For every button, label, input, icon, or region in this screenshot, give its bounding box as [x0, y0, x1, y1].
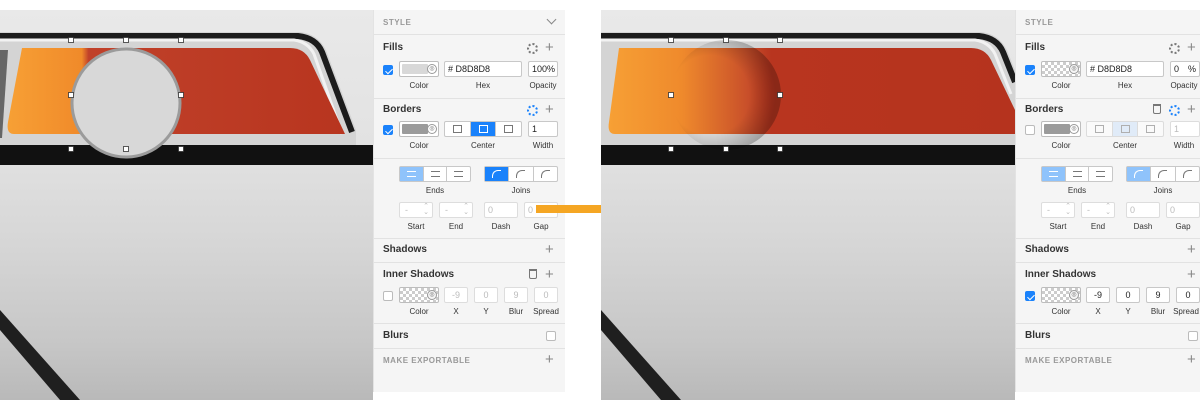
style-header: STYLE [383, 18, 412, 27]
before-state: STYLE Fills + ◎ # D8D8D8 100% Color Hex … [0, 0, 565, 400]
gear-icon[interactable] [527, 105, 538, 116]
inner-shadow-enabled-checkbox[interactable] [383, 291, 393, 301]
inner-shadow-spread-input[interactable]: 0 [534, 287, 558, 303]
add-export-plus-icon[interactable]: + [1187, 352, 1196, 367]
gear-icon[interactable] [1169, 105, 1180, 116]
inner-shadow-x-input[interactable]: -9 [444, 287, 468, 303]
dash-end-stepper[interactable]: - ⌃ ⌄ [1081, 202, 1115, 218]
border-center-option[interactable] [470, 122, 497, 136]
chevron-down-icon[interactable] [546, 14, 557, 25]
fills-title: Fills [383, 42, 404, 53]
style-header: STYLE [1025, 18, 1054, 27]
dash-start-stepper[interactable]: - ⌃ ⌄ [1041, 202, 1075, 218]
fill-hex-input[interactable]: # D8D8D8 [1086, 61, 1164, 77]
border-position-segmented[interactable] [1086, 121, 1164, 137]
color-picker-icon: ◎ [1069, 64, 1079, 74]
line-joins-segmented[interactable] [484, 166, 558, 182]
color-picker-icon: ◎ [1069, 124, 1079, 134]
line-ends-segmented[interactable] [1041, 166, 1113, 182]
car-illustration-before [0, 32, 373, 400]
add-fill-plus-icon[interactable]: + [1187, 40, 1196, 55]
line-ends-segmented[interactable] [399, 166, 471, 182]
add-border-plus-icon[interactable]: + [1187, 102, 1196, 117]
color-picker-icon: ◎ [427, 124, 437, 134]
add-shadow-plus-icon[interactable]: + [545, 242, 554, 257]
add-inner-shadow-plus-icon[interactable]: + [1187, 267, 1196, 282]
trash-icon[interactable] [1153, 104, 1161, 114]
inner-shadow-y-input[interactable]: 0 [1116, 287, 1140, 303]
fill-enabled-checkbox[interactable] [383, 65, 393, 75]
dash-input[interactable]: 0 [1126, 202, 1160, 218]
blurs-title: Blurs [383, 330, 409, 341]
fill-color-swatch[interactable]: ◎ [399, 61, 439, 77]
car-illustration-after [601, 32, 1015, 400]
add-fill-plus-icon[interactable]: + [545, 40, 554, 55]
add-shadow-plus-icon[interactable]: + [1187, 242, 1196, 257]
make-exportable-title[interactable]: MAKE EXPORTABLE [383, 356, 470, 365]
add-border-plus-icon[interactable]: + [545, 102, 554, 117]
dash-end-stepper[interactable]: - ⌃ ⌄ [439, 202, 473, 218]
inner-shadow-spread-input[interactable]: 0 [1176, 287, 1200, 303]
border-width-input[interactable]: 1 [528, 121, 558, 137]
border-enabled-checkbox[interactable] [383, 125, 393, 135]
blurs-checkbox[interactable] [546, 331, 556, 341]
canvas-before[interactable] [0, 10, 373, 400]
color-picker-icon: ◎ [427, 64, 437, 74]
border-position-segmented[interactable] [444, 121, 522, 137]
inner-shadows-title: Inner Shadows [1025, 269, 1097, 280]
fill-opacity-input[interactable]: 100% [528, 61, 558, 77]
inner-shadow-color-swatch[interactable]: ◎ [1041, 287, 1081, 303]
inner-shadow-color-swatch[interactable]: ◎ [399, 287, 439, 303]
blurs-title: Blurs [1025, 330, 1051, 341]
inner-shadow-blur-input[interactable]: 9 [504, 287, 528, 303]
inner-shadows-title: Inner Shadows [383, 269, 455, 280]
gear-icon[interactable] [1169, 43, 1180, 54]
dash-start-stepper[interactable]: - ⌃ ⌄ [399, 202, 433, 218]
gap-input[interactable]: 0 [1166, 202, 1200, 218]
border-enabled-checkbox[interactable] [1025, 125, 1035, 135]
border-inside-option[interactable] [445, 122, 471, 136]
border-color-swatch[interactable]: ◎ [399, 121, 439, 137]
shadows-title: Shadows [383, 244, 427, 255]
border-width-input[interactable]: 1 [1170, 121, 1200, 137]
borders-title: Borders [383, 104, 422, 115]
fill-hex-input[interactable]: # D8D8D8 [444, 61, 522, 77]
gear-icon[interactable] [527, 43, 538, 54]
inspector-panel-after: STYLE Fills + ◎ # D8D8D8 0% Color Hex Op… [1015, 10, 1200, 392]
fill-enabled-checkbox[interactable] [1025, 65, 1035, 75]
inner-shadow-enabled-checkbox[interactable] [1025, 291, 1035, 301]
color-picker-icon: ◎ [427, 290, 437, 300]
after-state: STYLE Fills + ◎ # D8D8D8 0% Color Hex Op… [601, 0, 1200, 400]
border-outside-option[interactable] [1138, 122, 1163, 136]
trash-icon[interactable] [529, 269, 537, 279]
shadows-title: Shadows [1025, 244, 1069, 255]
blurs-checkbox[interactable] [1188, 331, 1198, 341]
border-outside-option[interactable] [496, 122, 521, 136]
line-joins-segmented[interactable] [1126, 166, 1200, 182]
canvas-after[interactable] [601, 10, 1015, 400]
fill-opacity-input[interactable]: 0% [1170, 61, 1200, 77]
add-export-plus-icon[interactable]: + [545, 352, 554, 367]
border-inside-option[interactable] [1087, 122, 1113, 136]
inner-shadow-x-input[interactable]: -9 [1086, 287, 1110, 303]
fill-color-swatch[interactable]: ◎ [1041, 61, 1081, 77]
border-color-swatch[interactable]: ◎ [1041, 121, 1081, 137]
make-exportable-title[interactable]: MAKE EXPORTABLE [1025, 356, 1112, 365]
inner-shadow-y-input[interactable]: 0 [474, 287, 498, 303]
color-picker-icon: ◎ [1069, 290, 1079, 300]
borders-title: Borders [1025, 104, 1064, 115]
fills-title: Fills [1025, 42, 1046, 53]
add-inner-shadow-plus-icon[interactable]: + [545, 267, 554, 282]
border-center-option[interactable] [1112, 122, 1139, 136]
dash-input[interactable]: 0 [484, 202, 518, 218]
inner-shadow-blur-input[interactable]: 9 [1146, 287, 1170, 303]
